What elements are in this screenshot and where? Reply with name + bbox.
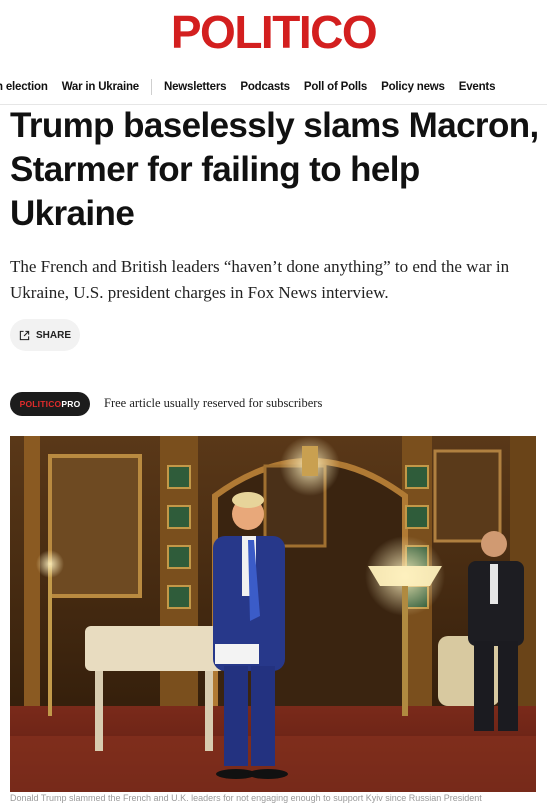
nav-item-policy-news[interactable]: Policy news — [381, 81, 445, 93]
pro-badge-brand: POLITICO — [19, 399, 62, 409]
nav-item-events[interactable]: Events — [459, 81, 496, 93]
article-dek: The French and British leaders “haven’t … — [10, 257, 510, 302]
nav-divider — [150, 79, 152, 95]
nav-item-war-in-ukraine[interactable]: War in Ukraine — [62, 81, 139, 93]
article-photo[interactable] — [10, 436, 536, 792]
nav-item-election[interactable]: n election — [0, 81, 48, 93]
pro-note: Free article usually reserved for subscr… — [104, 396, 323, 410]
article-headline: Trump baselessly slams Macron, Starmer f… — [10, 106, 539, 233]
politico-logo[interactable]: POLITICO — [0, 6, 547, 58]
photo-caption: Donald Trump slammed the French and U.K.… — [10, 793, 482, 803]
pro-badge-pro: PRO — [61, 399, 81, 409]
top-nav: n election War in Ukraine Newsletters Po… — [0, 74, 547, 100]
nav-item-poll-of-polls[interactable]: Poll of Polls — [304, 81, 367, 93]
share-button[interactable]: SHARE — [10, 319, 80, 351]
nav-item-newsletters[interactable]: Newsletters — [164, 81, 227, 93]
share-icon — [19, 330, 30, 340]
nav-item-podcasts[interactable]: Podcasts — [240, 81, 290, 93]
press-photo-image — [10, 436, 536, 792]
share-label: SHARE — [35, 329, 71, 341]
politico-pro-badge[interactable]: POLITICO PRO — [10, 392, 90, 416]
